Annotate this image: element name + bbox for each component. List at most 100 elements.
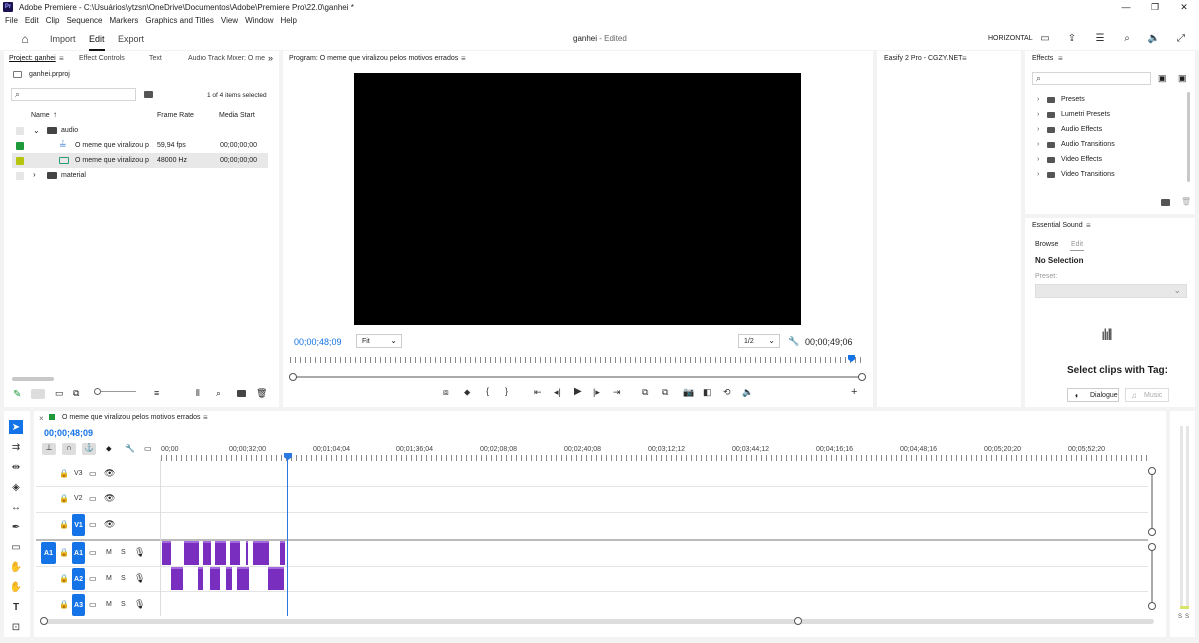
scrollbar-right-handle[interactable]	[858, 373, 866, 381]
lock-icon[interactable]: 🔒	[59, 520, 69, 529]
type-tool-icon[interactable]: ✋	[9, 580, 23, 594]
add-marker-icon[interactable]: ⬥	[106, 444, 112, 454]
audio-clip[interactable]	[253, 541, 269, 565]
panel-menu-icon[interactable]: ≡	[1086, 221, 1091, 230]
menu-lines-icon[interactable]: ☰	[1093, 32, 1107, 45]
audio-clip[interactable]	[280, 541, 285, 565]
hand-tool-icon[interactable]: ✋	[9, 560, 23, 574]
mark-out-icon[interactable]: }	[505, 386, 508, 396]
lift-icon[interactable]: ⧈	[443, 387, 449, 398]
effects-panel-title[interactable]: Effects	[1032, 55, 1053, 62]
meter-solo-label[interactable]: S	[1185, 614, 1189, 620]
find-icon[interactable]: ⌕	[216, 388, 221, 399]
tab-text[interactable]: Text	[149, 55, 162, 62]
effects-item[interactable]: › Audio Transitions	[1037, 141, 1115, 148]
solo-button[interactable]: S	[121, 575, 126, 582]
audio-clip[interactable]	[203, 541, 211, 565]
list-item[interactable]: ≟ O meme que viralizou p 59,94 fps 00;00…	[12, 138, 268, 153]
mute-button[interactable]: M	[106, 549, 112, 556]
column-frame-rate[interactable]: Frame Rate	[157, 112, 194, 119]
tab-audio-track-mixer[interactable]: Audio Track Mixer: O mer	[188, 55, 265, 62]
audio-tracks-scrollbar[interactable]	[1151, 546, 1153, 606]
timeline-settings-icon[interactable]: 🔧	[125, 444, 135, 453]
list-view-button[interactable]	[31, 389, 45, 399]
column-media-start[interactable]: Media Start	[219, 112, 255, 119]
menu-edit[interactable]: Edit	[25, 16, 39, 25]
menu-graphics-and-titles[interactable]: Graphics and Titles	[145, 16, 213, 25]
mark-in-icon[interactable]: {	[486, 386, 489, 396]
music-tag-button[interactable]: ♫ Music	[1125, 388, 1169, 402]
sync-lock-icon[interactable]: ▭	[89, 469, 97, 478]
project-search-input[interactable]	[11, 88, 136, 101]
sync-lock-icon[interactable]: ▭	[89, 494, 97, 503]
text-tool-icon[interactable]: T	[9, 600, 23, 614]
microphone-icon[interactable]: 🎙	[134, 599, 145, 610]
eye-icon[interactable]: 👁	[104, 519, 115, 530]
panel-menu-icon[interactable]: ≡	[1058, 54, 1063, 63]
label-color-swatch[interactable]	[16, 157, 24, 165]
chevron-right-icon[interactable]: ›	[33, 170, 36, 179]
effects-item[interactable]: › Video Effects	[1037, 156, 1102, 163]
add-button-icon[interactable]: +	[851, 386, 857, 398]
microphone-icon[interactable]: 🎙	[134, 573, 145, 584]
overwrite-icon[interactable]: ⧉	[662, 387, 668, 398]
track-select-tool-icon[interactable]: ⇉	[9, 440, 23, 454]
scrollbar-handle[interactable]	[1148, 528, 1156, 536]
lock-icon[interactable]: 🔒	[59, 548, 69, 557]
list-item[interactable]: › material	[12, 168, 268, 183]
go-to-out-icon[interactable]: ⇥	[613, 387, 621, 398]
scrollbar-handle[interactable]	[1148, 602, 1156, 610]
audio-clip[interactable]	[171, 567, 183, 590]
video-tracks-scrollbar[interactable]	[1151, 470, 1153, 533]
source-patch-a1[interactable]: A1	[41, 542, 56, 564]
tab-edit[interactable]: Edit	[1071, 241, 1083, 248]
dialogue-tag-button[interactable]: ◖ Dialogue	[1067, 388, 1119, 402]
captions-icon[interactable]: ▭	[144, 444, 152, 453]
resolution-select[interactable]: 1/2 ⌄	[738, 334, 780, 348]
track-target-a3[interactable]: A3	[72, 594, 85, 616]
tab-edit[interactable]: Edit	[89, 34, 105, 51]
zoom-select[interactable]: Fit ⌄	[356, 334, 402, 348]
menu-markers[interactable]: Markers	[110, 16, 139, 25]
maximize-button[interactable]: ❐	[1140, 0, 1170, 14]
automate-to-sequence-icon[interactable]: ⫴	[196, 388, 200, 399]
playhead-timecode[interactable]: 00;00;48;09	[294, 337, 342, 347]
sort-up-icon[interactable]: ↑	[53, 110, 57, 119]
menu-window[interactable]: Window	[245, 16, 273, 25]
freeform-view-icon[interactable]: ⧉	[73, 388, 79, 399]
mute-button[interactable]: M	[106, 601, 112, 608]
panel-menu-icon[interactable]: ≡	[962, 54, 967, 63]
audio-clip[interactable]	[215, 541, 226, 565]
volume-icon[interactable]: 🔈	[1147, 32, 1161, 45]
audio-volume-icon[interactable]: 🔈	[742, 387, 753, 398]
export-frame-icon[interactable]: 📷	[683, 387, 694, 398]
fullscreen-icon[interactable]: ⤢	[1174, 32, 1188, 45]
track-name-v2[interactable]: V2	[74, 495, 83, 502]
more-panels-icon[interactable]: »	[268, 53, 273, 63]
video-preview[interactable]	[354, 73, 801, 325]
loop-icon[interactable]: ⟲	[723, 387, 731, 398]
easify-panel-title[interactable]: Easify 2 Pro - CGZY.NET	[884, 55, 962, 62]
timeline-timecode[interactable]: 00;00;48;09	[44, 428, 93, 438]
lock-icon[interactable]: 🔒	[59, 574, 69, 583]
label-color-swatch[interactable]	[16, 172, 24, 180]
effects-item[interactable]: › Audio Effects	[1037, 126, 1102, 133]
track-name-v3[interactable]: V3	[74, 470, 83, 477]
zoom-slider-handle[interactable]	[94, 388, 101, 395]
zoom-slider[interactable]	[96, 391, 136, 392]
panel-menu-icon[interactable]: ≡	[203, 413, 208, 422]
caption-tool-icon[interactable]: ⊡	[9, 620, 23, 634]
sync-lock-icon[interactable]: ▭	[89, 548, 97, 557]
lock-icon[interactable]: 🔒	[59, 494, 69, 503]
tab-export[interactable]: Export	[118, 34, 144, 44]
solo-button[interactable]: S	[121, 549, 126, 556]
write-on-icon[interactable]: ✎	[13, 389, 21, 400]
workspace-layout-label[interactable]: HORIZONTAL	[988, 35, 1033, 42]
close-button[interactable]: ✕	[1169, 0, 1199, 14]
preset-select[interactable]: ⌄	[1035, 284, 1187, 298]
audio-clip[interactable]	[198, 567, 203, 590]
share-icon[interactable]: ⇪	[1065, 32, 1079, 45]
scrollbar-handle[interactable]	[40, 617, 48, 625]
essential-sound-title[interactable]: Essential Sound	[1032, 222, 1083, 229]
monitor-zoom-scrollbar[interactable]	[293, 376, 862, 378]
